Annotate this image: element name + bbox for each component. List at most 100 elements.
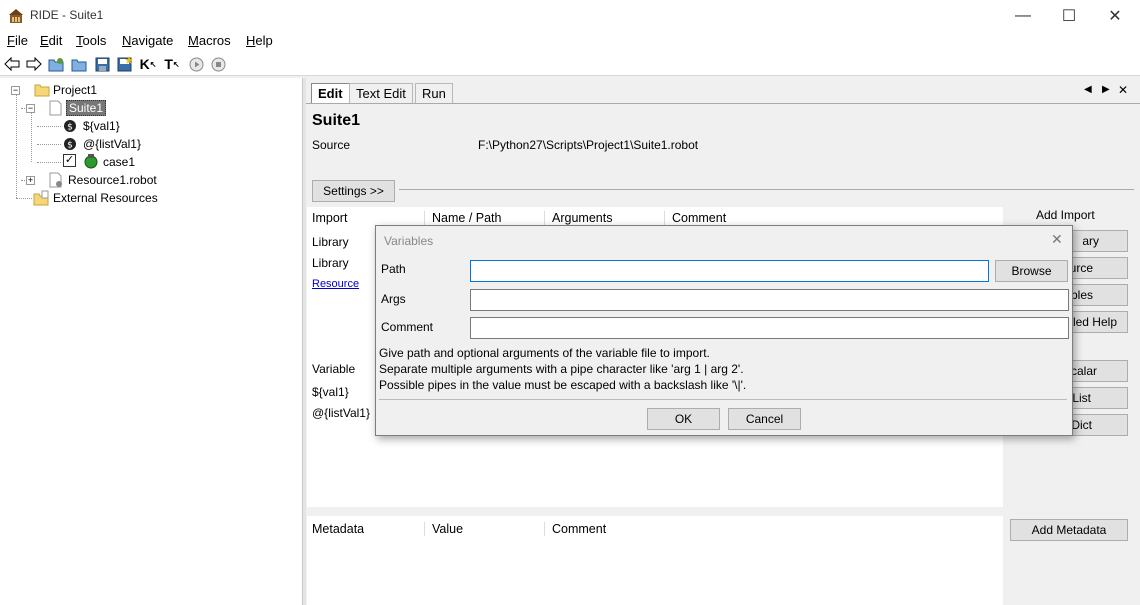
stop-icon[interactable] bbox=[209, 55, 227, 73]
comment-input[interactable] bbox=[470, 317, 1069, 339]
resource-link[interactable]: Resource bbox=[312, 278, 359, 290]
t-label: T bbox=[164, 56, 173, 72]
metadata-header-metadata: Metadata bbox=[312, 522, 425, 536]
source-label: Source bbox=[312, 138, 351, 152]
settings-toggle-button[interactable]: Settings >> bbox=[312, 180, 395, 202]
maximize-button[interactable]: ☐ bbox=[1046, 0, 1092, 31]
checkbox-case1[interactable]: ✓ bbox=[63, 154, 76, 167]
variables-dialog: Variables ✕ Path Browse Args Comment Giv… bbox=[375, 225, 1073, 436]
file-icon bbox=[49, 100, 62, 119]
metadata-header-value: Value bbox=[432, 522, 545, 536]
tree-item-suite1[interactable]: Suite1 bbox=[66, 100, 107, 116]
window-title: RIDE - Suite1 bbox=[30, 8, 104, 22]
import-header-arguments: Arguments bbox=[552, 211, 665, 225]
settings-divider bbox=[399, 189, 1134, 190]
svg-text:$: $ bbox=[67, 123, 73, 133]
run-icon[interactable] bbox=[187, 55, 205, 73]
forward-arrow-icon[interactable] bbox=[25, 55, 43, 73]
menu-tools[interactable]: Tools bbox=[76, 33, 106, 48]
menu-edit[interactable]: Edit bbox=[40, 33, 62, 48]
import-header-comment: Comment bbox=[672, 211, 727, 225]
save-all-icon[interactable] bbox=[116, 55, 134, 73]
menu-help[interactable]: Help bbox=[246, 33, 273, 48]
menu-mnemonic: M bbox=[188, 33, 199, 48]
folder-icon bbox=[34, 83, 50, 100]
add-metadata-button[interactable]: Add Metadata bbox=[1010, 519, 1128, 541]
menu-label: dit bbox=[48, 33, 63, 48]
close-button[interactable]: ✕ bbox=[1092, 0, 1138, 31]
expand-resource-icon[interactable]: + bbox=[26, 176, 35, 185]
menu-label: ools bbox=[82, 33, 107, 48]
back-arrow-icon[interactable] bbox=[3, 55, 21, 73]
menu-bar: File Edit Tools Navigate Macros Help bbox=[0, 31, 1140, 52]
collapse-project-icon[interactable]: − bbox=[11, 86, 20, 95]
ok-button[interactable]: OK bbox=[647, 408, 720, 430]
variable-row-listval1[interactable]: @{listVal1} bbox=[312, 406, 370, 420]
import-row-library[interactable]: Library bbox=[312, 235, 349, 249]
open-project-icon[interactable] bbox=[47, 55, 65, 73]
path-input[interactable] bbox=[470, 260, 989, 282]
ride-app-icon bbox=[8, 8, 24, 24]
title-bar: RIDE - Suite1 — ☐ ✕ bbox=[0, 0, 1140, 31]
add-import-label: Add Import bbox=[1036, 208, 1095, 222]
save-icon[interactable] bbox=[93, 55, 111, 73]
help-text-line3: Possible pipes in the value must be esca… bbox=[379, 378, 747, 392]
tab-close-icon[interactable]: ✕ bbox=[1118, 83, 1128, 97]
args-input[interactable] bbox=[470, 289, 1069, 311]
tree-connector bbox=[16, 198, 32, 199]
menu-label: avigate bbox=[131, 33, 174, 48]
help-text-line2: Separate multiple arguments with a pipe … bbox=[379, 362, 744, 376]
tree-item-listval1[interactable]: @{listVal1} bbox=[83, 137, 141, 151]
tree-item-project1[interactable]: Project1 bbox=[53, 83, 97, 97]
toolbar: K ↖ T ↖ bbox=[0, 52, 1140, 76]
menu-label: ile bbox=[14, 33, 28, 48]
tab-edit[interactable]: Edit bbox=[311, 83, 350, 103]
dialog-close-icon[interactable]: ✕ bbox=[1051, 231, 1063, 248]
open-folder-icon[interactable] bbox=[70, 55, 88, 73]
tree-item-external-resources[interactable]: External Resources bbox=[53, 191, 158, 205]
variable-row-val1[interactable]: ${val1} bbox=[312, 385, 349, 399]
minimize-button[interactable]: — bbox=[1000, 0, 1046, 31]
tree-connector bbox=[37, 144, 61, 145]
minimize-icon: — bbox=[1015, 6, 1031, 24]
tab-run[interactable]: Run bbox=[415, 83, 453, 103]
cancel-button[interactable]: Cancel bbox=[728, 408, 801, 430]
dialog-title: Variables bbox=[384, 234, 434, 248]
collapse-suite-icon[interactable]: − bbox=[26, 104, 35, 113]
tree-connector bbox=[37, 126, 61, 127]
import-header-import: Import bbox=[312, 211, 425, 225]
variable-header: Variable bbox=[312, 362, 356, 376]
tab-scroll-left-icon[interactable]: ◀ bbox=[1084, 84, 1092, 95]
suite-title: Suite1 bbox=[312, 112, 361, 129]
project-tree: − Project1 − Suite1 $ ${val1} $ @{listVa… bbox=[0, 78, 302, 605]
tree-item-val1[interactable]: ${val1} bbox=[83, 119, 120, 133]
tree-item-case1[interactable]: case1 bbox=[103, 155, 135, 169]
tree-connector bbox=[37, 162, 61, 163]
scalar-variable-icon: $ bbox=[63, 119, 77, 136]
metadata-header-comment: Comment bbox=[552, 522, 607, 536]
menu-navigate[interactable]: Navigate bbox=[122, 33, 173, 48]
resource-file-icon bbox=[49, 172, 64, 191]
path-label: Path bbox=[381, 262, 406, 276]
browse-button[interactable]: Browse bbox=[995, 260, 1068, 282]
menu-mnemonic: F bbox=[7, 33, 15, 48]
source-path: F:\Python27\Scripts\Project1\Suite1.robo… bbox=[478, 138, 699, 152]
help-text-line1: Give path and optional arguments of the … bbox=[379, 346, 710, 360]
tab-scroll-right-icon[interactable]: ▶ bbox=[1102, 84, 1110, 95]
keyword-search-icon[interactable]: K ↖ bbox=[139, 55, 157, 73]
tag-search-icon[interactable]: T ↖ bbox=[163, 55, 181, 73]
tree-connector bbox=[16, 94, 17, 198]
svg-text:$: $ bbox=[67, 141, 73, 151]
menu-label: acros bbox=[198, 33, 231, 48]
import-header-name-path: Name / Path bbox=[432, 211, 545, 225]
external-folder-icon bbox=[33, 190, 50, 209]
menu-macros[interactable]: Macros bbox=[188, 33, 231, 48]
dialog-divider bbox=[379, 399, 1067, 400]
menu-mnemonic: H bbox=[246, 33, 256, 48]
menu-mnemonic: N bbox=[122, 33, 132, 48]
tab-text-edit[interactable]: Text Edit bbox=[349, 83, 413, 103]
close-icon: ✕ bbox=[1108, 7, 1122, 25]
import-row-library[interactable]: Library bbox=[312, 256, 349, 270]
tree-item-resource1[interactable]: Resource1.robot bbox=[68, 173, 157, 187]
menu-file[interactable]: File bbox=[7, 33, 28, 48]
